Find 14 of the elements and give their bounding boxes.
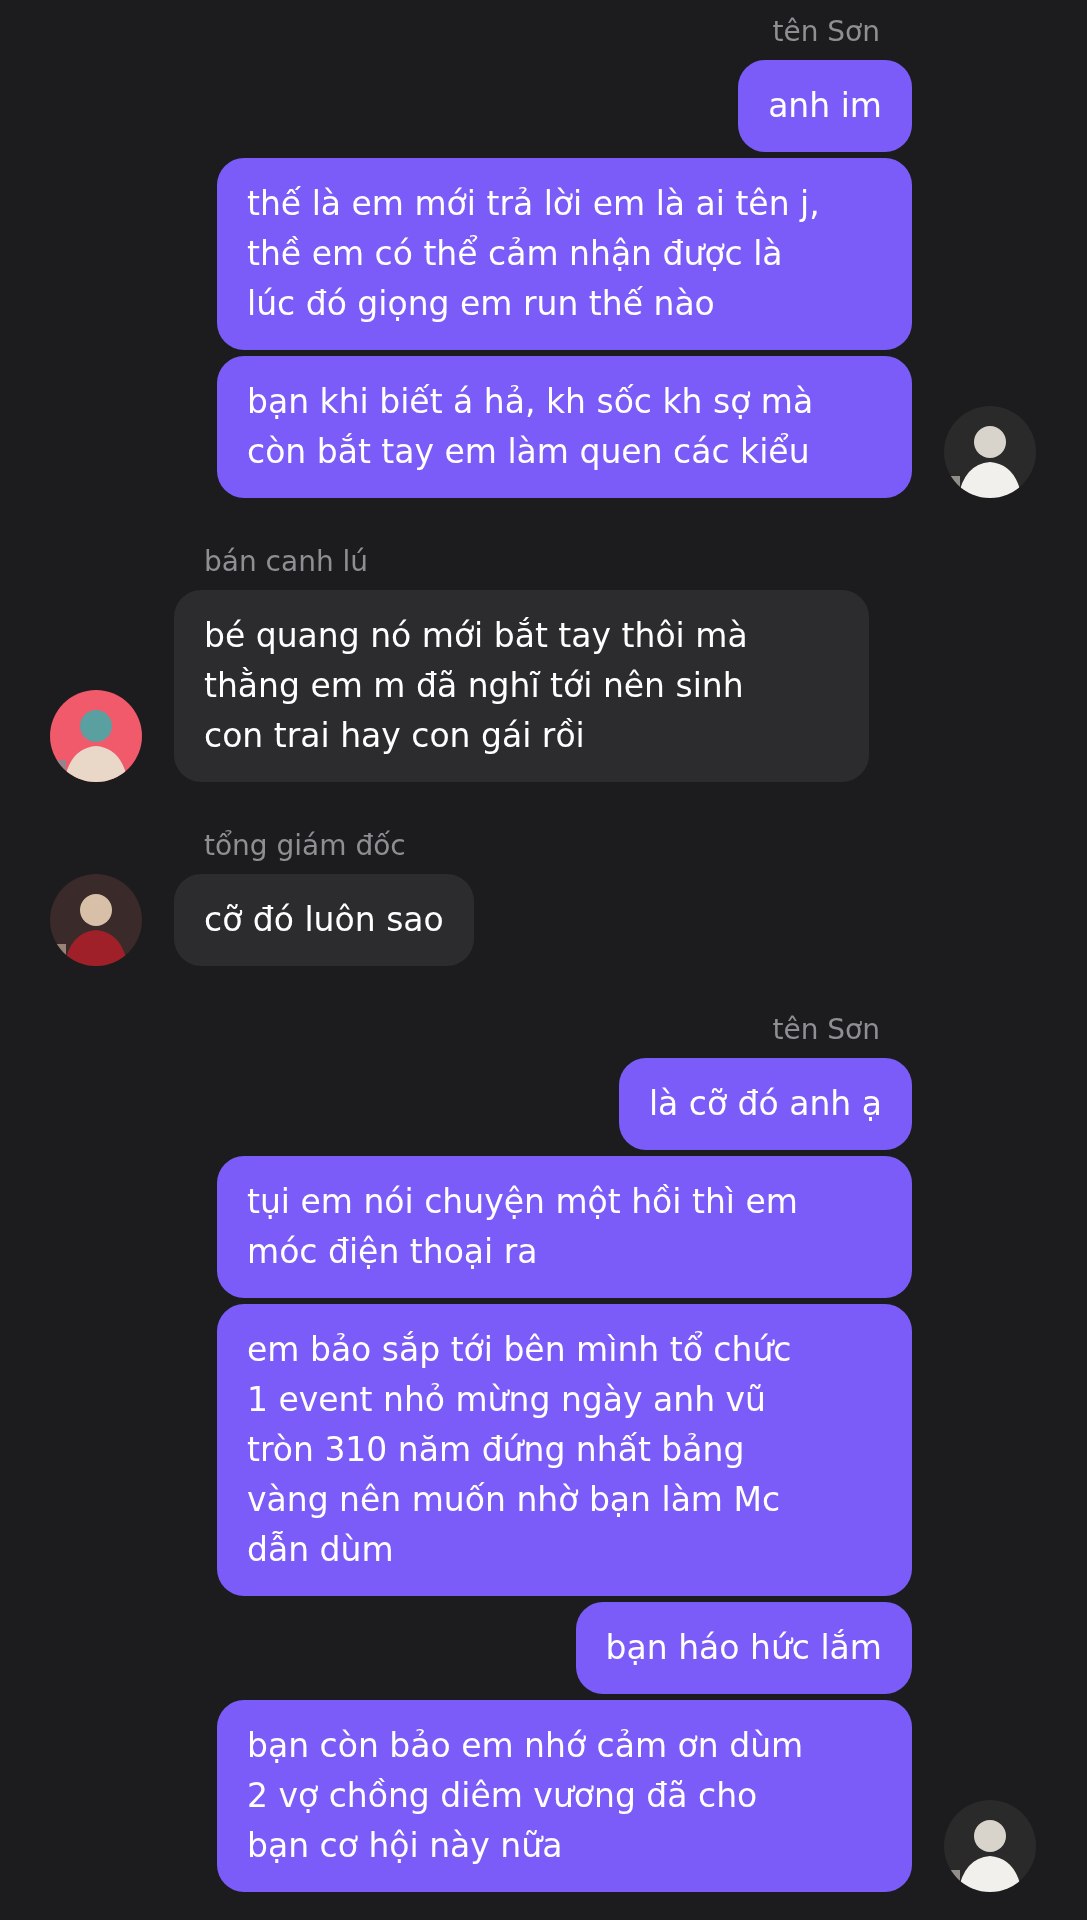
message-bubble: tụi em nói chuyện một hồi thì em móc điện thoại ra [217, 1156, 912, 1298]
message-bubble: anh im [738, 60, 912, 152]
message-bubble: là cỡ đó anh ạ [618, 1058, 912, 1150]
sender-name: tổng giám đốc [204, 828, 406, 864]
sender-name: bán canh lú [204, 544, 369, 580]
message-bubble: thế là em mới trả lời em là ai tên j, thề em có thể cảm nhận được là lúc đó giọng em run thế nào [217, 158, 912, 350]
message-bubble: bạn háo hức lắm [575, 1602, 912, 1694]
message-bubble: bạn còn bảo em nhớ cảm ơn dùm 2 vợ chồng diêm vương đã cho bạn cơ hội này nữa [217, 1700, 912, 1892]
message-bubble: bạn khi biết á hả, kh sốc kh sợ mà còn bắt tay em làm quen các kiểu [217, 356, 912, 498]
message-bubble: cỡ đó luôn sao [174, 874, 474, 966]
message-bubble: em bảo sắp tới bên mình tổ chức 1 event nhỏ mừng ngày anh vũ tròn 310 năm đứng nhất bảng vàng nên muốn nhờ bạn làm Mc dẫn dùm [217, 1304, 912, 1596]
sender-name: tên Sơn [772, 1012, 880, 1048]
sender-name: tên Sơn [772, 14, 880, 50]
message-bubble: bé quang nó mới bắt tay thôi mà thằng em m đã nghĩ tới nên sinh con trai hay con gái rồi [174, 590, 869, 782]
